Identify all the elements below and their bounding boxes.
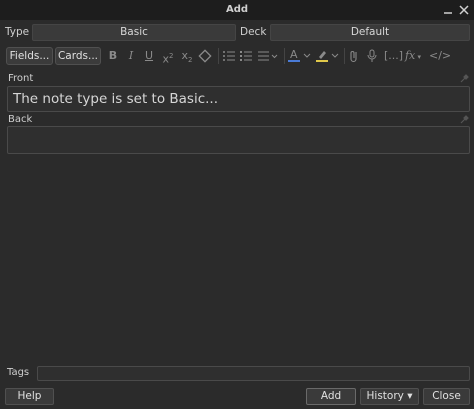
align-icon[interactable]: [256, 47, 280, 65]
svg-text:A: A: [290, 48, 298, 61]
pin-icon[interactable]: [459, 74, 469, 84]
back-field-label: Back: [8, 114, 33, 125]
pin-icon[interactable]: [459, 115, 469, 125]
tags-input[interactable]: [37, 366, 470, 381]
minimize-icon[interactable]: [440, 2, 456, 18]
superscript-icon[interactable]: x2: [160, 47, 176, 66]
record-icon[interactable]: [365, 47, 379, 65]
deck-label: Deck: [240, 26, 267, 38]
bold-icon[interactable]: B: [106, 47, 120, 65]
cards-button[interactable]: Cards...: [55, 47, 101, 65]
unordered-list-icon[interactable]: [221, 47, 237, 65]
note-type-selector[interactable]: Basic: [32, 24, 236, 41]
toolbar-separator: [284, 48, 285, 64]
cloze-icon[interactable]: [...]: [384, 47, 403, 65]
fields-button[interactable]: Fields...: [6, 47, 53, 65]
underline-icon[interactable]: U: [142, 47, 156, 65]
title-bar: Add: [0, 0, 474, 20]
front-field-text: The note type is set to Basic...: [13, 91, 219, 107]
deck-selector[interactable]: Default: [270, 24, 470, 41]
chevron-down-icon[interactable]: [330, 47, 340, 65]
front-field-label: Front: [8, 73, 34, 84]
ordered-list-icon[interactable]: [238, 47, 254, 65]
tags-label: Tags: [7, 367, 30, 378]
toolbar-separator: [218, 48, 219, 64]
toolbar-separator: [344, 48, 345, 64]
back-field[interactable]: [7, 126, 470, 154]
italic-icon[interactable]: I: [124, 47, 138, 65]
highlight-icon[interactable]: [315, 47, 329, 65]
html-editor-icon[interactable]: </>: [429, 47, 451, 65]
window-title: Add: [225, 4, 249, 15]
attach-icon[interactable]: [347, 47, 361, 65]
front-field[interactable]: The note type is set to Basic...: [7, 86, 470, 112]
subscript-icon[interactable]: x2: [179, 47, 195, 65]
close-icon[interactable]: [456, 2, 472, 18]
text-color-icon[interactable]: A: [287, 47, 301, 65]
history-button[interactable]: History ▾: [360, 388, 419, 405]
add-button[interactable]: Add: [306, 388, 356, 405]
mathjax-icon[interactable]: fx ▾: [402, 47, 424, 65]
eraser-icon[interactable]: [197, 47, 213, 65]
chevron-down-icon[interactable]: [302, 47, 312, 65]
type-label: Type: [5, 26, 30, 38]
close-button[interactable]: Close: [423, 388, 470, 405]
help-button[interactable]: Help: [5, 388, 54, 405]
